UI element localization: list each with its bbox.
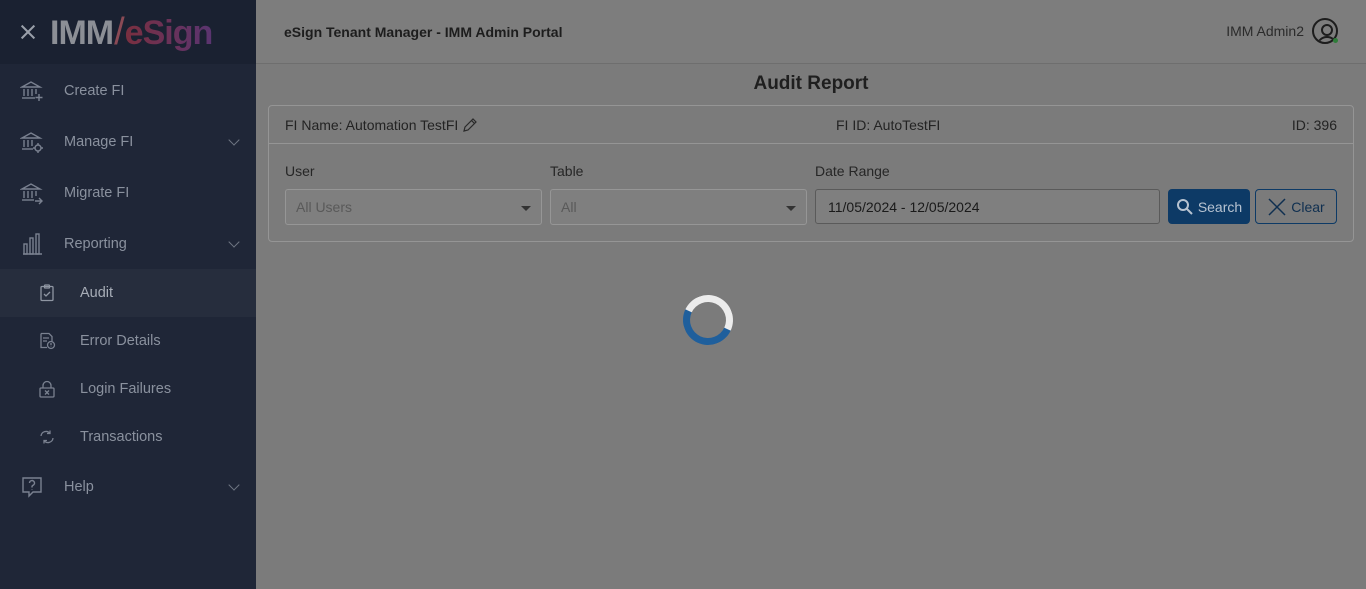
bank-gear-icon: [20, 130, 44, 154]
search-button[interactable]: Search: [1168, 189, 1250, 224]
chevron-down-icon: [228, 479, 240, 491]
sidebar-item-audit[interactable]: Audit: [0, 269, 256, 317]
chevron-down-icon: [228, 134, 240, 146]
date-range-value: 11/05/2024 - 12/05/2024: [828, 198, 980, 215]
sidebar-item-label: Help: [64, 478, 94, 495]
sidebar-item-error-details[interactable]: Error Details: [0, 317, 256, 365]
sidebar-item-label: Login Failures: [80, 381, 172, 397]
sidebar-item-login-failures[interactable]: Login Failures: [0, 365, 256, 413]
date-range-label: Date Range: [815, 163, 890, 179]
loading-spinner: [675, 287, 741, 353]
user-select-value: All Users: [296, 199, 353, 215]
fi-info-bar: FI Name: Automation TestFI FI ID: AutoTe…: [269, 106, 1353, 144]
user-select[interactable]: All Users: [285, 189, 542, 225]
table-filter-label: Table: [550, 163, 584, 179]
sidebar-item-label: Migrate FI: [64, 184, 130, 201]
clipboard-check-icon: [38, 284, 56, 302]
top-bar: eSign Tenant Manager - IMM Admin Portal …: [256, 0, 1366, 64]
sidebar-item-label: Manage FI: [64, 133, 134, 150]
search-icon: [1176, 198, 1193, 215]
close-icon[interactable]: [18, 22, 38, 42]
sidebar-item-manage-fi[interactable]: Manage FI: [0, 116, 256, 167]
logo-esign: eSign: [124, 13, 214, 52]
page-title: Audit Report: [753, 73, 869, 94]
sidebar-item-label: Transactions: [80, 429, 163, 445]
clear-button[interactable]: Clear: [1255, 189, 1337, 224]
clear-button-label: Clear: [1291, 198, 1325, 215]
logo-slash: /: [114, 10, 125, 53]
bar-chart-icon: [20, 232, 44, 256]
table-select[interactable]: All: [550, 189, 807, 225]
bank-arrow-icon: [20, 181, 44, 205]
fi-id: FI ID: AutoTestFI: [836, 116, 941, 133]
fi-name: FI Name: Automation TestFI: [285, 117, 478, 133]
search-button-label: Search: [1197, 198, 1243, 215]
caret-down-icon: [521, 206, 531, 211]
document-error-icon: [38, 332, 56, 350]
sidebar-item-create-fi[interactable]: Create FI: [0, 65, 256, 116]
close-icon: [1268, 197, 1286, 216]
online-status-dot: [1333, 38, 1338, 43]
app-title: eSign Tenant Manager - IMM Admin Portal: [284, 23, 563, 40]
sidebar-item-reporting[interactable]: Reporting: [0, 218, 256, 269]
bank-plus-icon: [20, 79, 44, 103]
chevron-down-icon: [228, 236, 240, 248]
help-bubble-icon: [20, 475, 44, 499]
pencil-icon[interactable]: [462, 117, 478, 133]
audit-filter-card: FI Name: Automation TestFI FI ID: AutoTe…: [268, 105, 1354, 242]
sidebar-item-transactions[interactable]: Transactions: [0, 413, 256, 461]
fi-name-text: FI Name: Automation TestFI: [285, 116, 459, 133]
logo: IMM / eSign: [50, 10, 214, 54]
lock-x-icon: [38, 380, 56, 398]
sidebar-item-help[interactable]: Help: [0, 461, 256, 512]
sidebar-item-label: Error Details: [80, 333, 161, 349]
sidebar-item-label: Create FI: [64, 82, 125, 99]
fi-record-id: ID: 396: [1291, 116, 1337, 133]
user-menu[interactable]: IMM Admin2: [1226, 18, 1338, 44]
caret-down-icon: [786, 206, 796, 211]
user-filter-label: User: [285, 163, 315, 179]
user-name: IMM Admin2: [1226, 23, 1304, 39]
sidebar-header: IMM / eSign: [0, 0, 256, 64]
table-select-value: All: [561, 199, 577, 215]
sync-icon: [38, 428, 56, 446]
sidebar-item-label: Audit: [80, 285, 114, 301]
logo-imm: IMM: [50, 13, 114, 52]
sidebar: IMM / eSign Create FI Manage FI Migrate FI…: [0, 0, 256, 589]
sidebar-item-label: Reporting: [64, 235, 127, 252]
sidebar-item-migrate-fi[interactable]: Migrate FI: [0, 167, 256, 218]
date-range-input[interactable]: 11/05/2024 - 12/05/2024: [815, 189, 1160, 224]
